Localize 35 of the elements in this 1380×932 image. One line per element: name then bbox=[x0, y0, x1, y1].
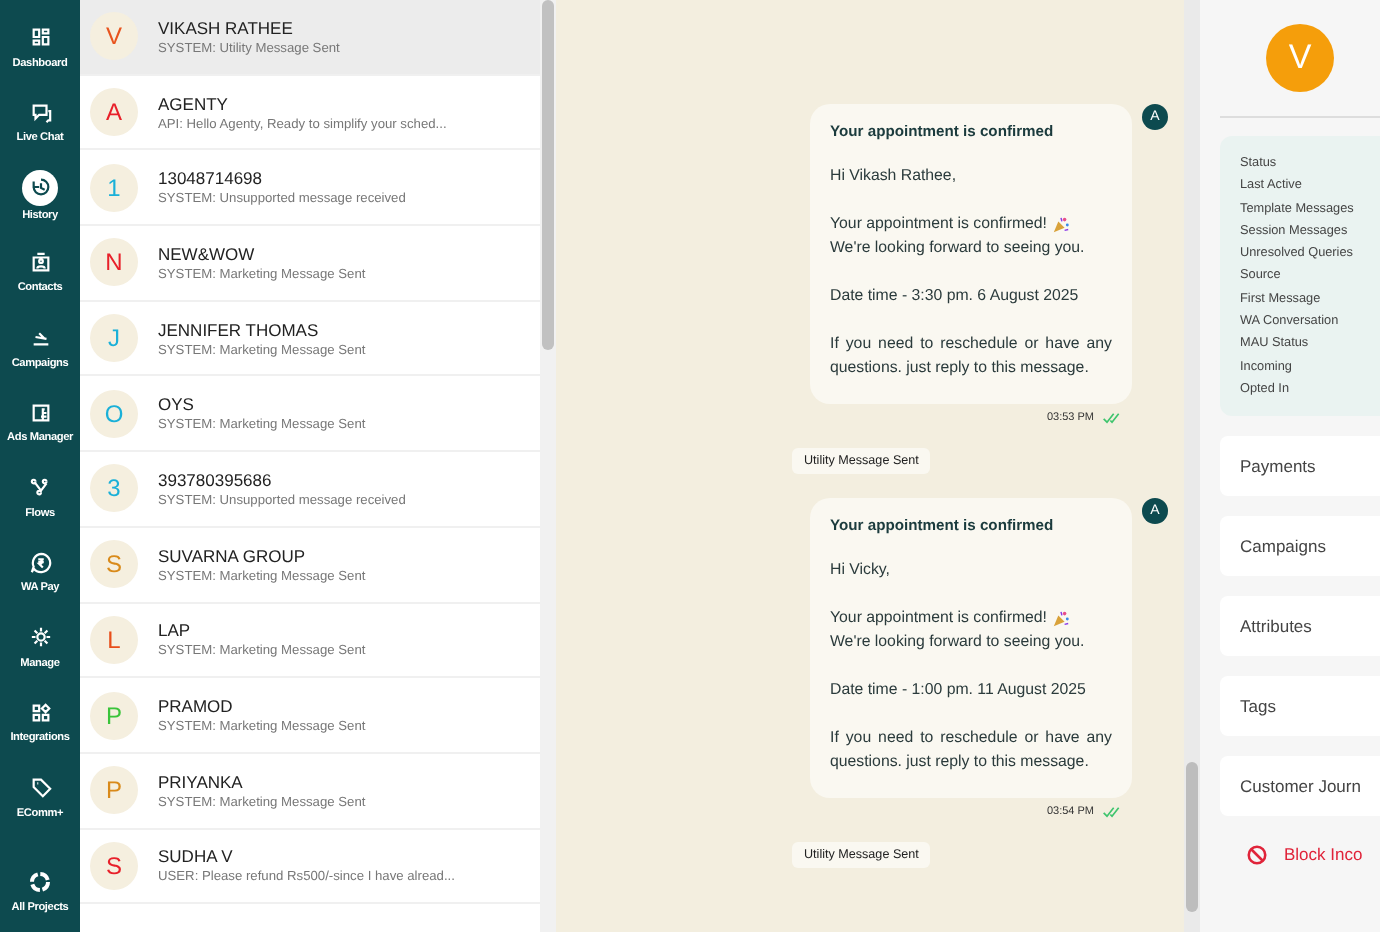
section-card[interactable]: Payments bbox=[1220, 435, 1380, 496]
contact-avatar: A bbox=[90, 88, 138, 137]
section-card[interactable]: Attributes bbox=[1220, 595, 1380, 656]
contact-avatar: S bbox=[90, 841, 138, 890]
contact-avatar: 3 bbox=[90, 464, 138, 513]
section-card[interactable]: Tags bbox=[1220, 675, 1380, 736]
contact-avatar: V bbox=[90, 12, 138, 61]
contact-name: SUDHA V bbox=[158, 846, 235, 867]
contact-name: JENNIFER THOMAS bbox=[158, 319, 321, 340]
contact-name: VIKASH RATHEE bbox=[158, 17, 295, 38]
contact-name: 393780395686 bbox=[158, 469, 274, 490]
contact-name: AGENTY bbox=[158, 93, 230, 114]
contact-avatar: O bbox=[90, 389, 138, 438]
contact-name: LAP bbox=[158, 620, 193, 641]
contact-name: 13048714698 bbox=[158, 168, 265, 189]
contact-name: PRIYANKA bbox=[158, 771, 245, 792]
contact-name: SUVARNA GROUP bbox=[158, 545, 308, 566]
contact-avatar: 1 bbox=[90, 163, 138, 212]
block-link[interactable]: Block Inco bbox=[1220, 843, 1380, 866]
contact-avatar: P bbox=[90, 766, 138, 815]
scrollbar[interactable] bbox=[540, 0, 556, 932]
contact-avatar: L bbox=[90, 615, 138, 664]
prohibited-icon bbox=[1246, 843, 1268, 866]
contact-avatar: S bbox=[90, 540, 138, 589]
contact-name: OYS bbox=[158, 394, 196, 415]
section-card[interactable]: Campaigns bbox=[1220, 515, 1380, 576]
ring-icon bbox=[28, 870, 52, 895]
contact-avatar: N bbox=[90, 238, 138, 287]
scrollbar[interactable] bbox=[1184, 0, 1200, 932]
contact-avatar: J bbox=[90, 314, 138, 363]
contact-name: PRAMOD bbox=[158, 696, 235, 717]
contact-name: NEW&WOW bbox=[158, 243, 257, 264]
profile-avatar: V bbox=[1266, 24, 1334, 92]
section-card[interactable]: Customer Journ bbox=[1220, 755, 1380, 816]
contact-avatar: P bbox=[90, 691, 138, 740]
